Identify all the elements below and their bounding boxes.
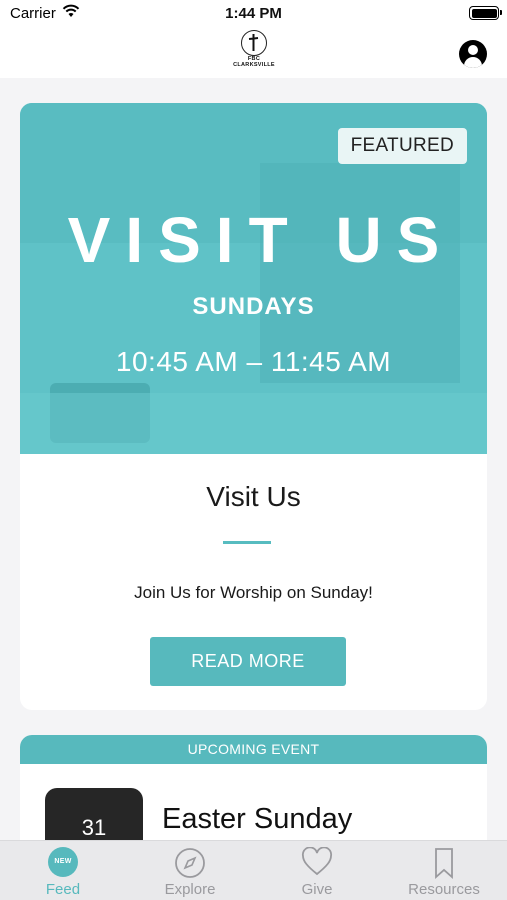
hero-title: VISIT US bbox=[67, 204, 455, 276]
featured-badge: FEATURED bbox=[337, 128, 467, 164]
event-date-day: 31 bbox=[81, 815, 107, 840]
cross-icon bbox=[241, 30, 267, 56]
tab-bar: NEW Feed Explore Give Resources bbox=[0, 840, 507, 900]
new-badge: NEW bbox=[48, 847, 78, 877]
tab-give-label: Give bbox=[301, 881, 333, 898]
tab-feed[interactable]: NEW Feed bbox=[0, 841, 126, 900]
logo-line2: CLARKSVILLE bbox=[233, 62, 275, 68]
card-description: Join Us for Worship on Sunday! bbox=[134, 583, 373, 602]
clock: 1:44 PM bbox=[225, 5, 282, 22]
new-badge-icon: NEW bbox=[48, 847, 78, 877]
app-header: FBC CLARKSVILLE bbox=[0, 30, 507, 78]
read-more-button[interactable]: READ MORE bbox=[150, 637, 346, 686]
tab-feed-label: Feed bbox=[45, 881, 81, 898]
bookmark-icon bbox=[431, 847, 457, 884]
featured-card[interactable]: FEATURED VISIT US SUNDAYS 10:45 AM – 11:… bbox=[20, 103, 487, 710]
tab-explore-label: Explore bbox=[164, 881, 216, 898]
hero-subtitle: SUNDAYS bbox=[192, 293, 315, 320]
event-header: UPCOMING EVENT bbox=[20, 735, 487, 764]
event-title: Easter Sunday bbox=[162, 803, 353, 835]
divider bbox=[223, 541, 271, 544]
tab-resources-label: Resources bbox=[408, 881, 480, 898]
heart-icon bbox=[301, 846, 333, 882]
profile-icon[interactable] bbox=[459, 40, 487, 68]
hero-time: 10:45 AM – 11:45 AM bbox=[115, 346, 392, 377]
church-logo[interactable]: FBC CLARKSVILLE bbox=[228, 30, 280, 76]
tab-resources[interactable]: Resources bbox=[381, 841, 507, 900]
tab-explore[interactable]: Explore bbox=[127, 841, 253, 900]
status-bar: Carrier 1:44 PM bbox=[0, 0, 507, 30]
card-title: Visit Us bbox=[206, 481, 301, 512]
hero-image: FEATURED VISIT US SUNDAYS 10:45 AM – 11:… bbox=[20, 103, 487, 454]
battery-icon bbox=[469, 6, 502, 20]
tab-give[interactable]: Give bbox=[254, 841, 380, 900]
compass-icon bbox=[174, 847, 206, 884]
